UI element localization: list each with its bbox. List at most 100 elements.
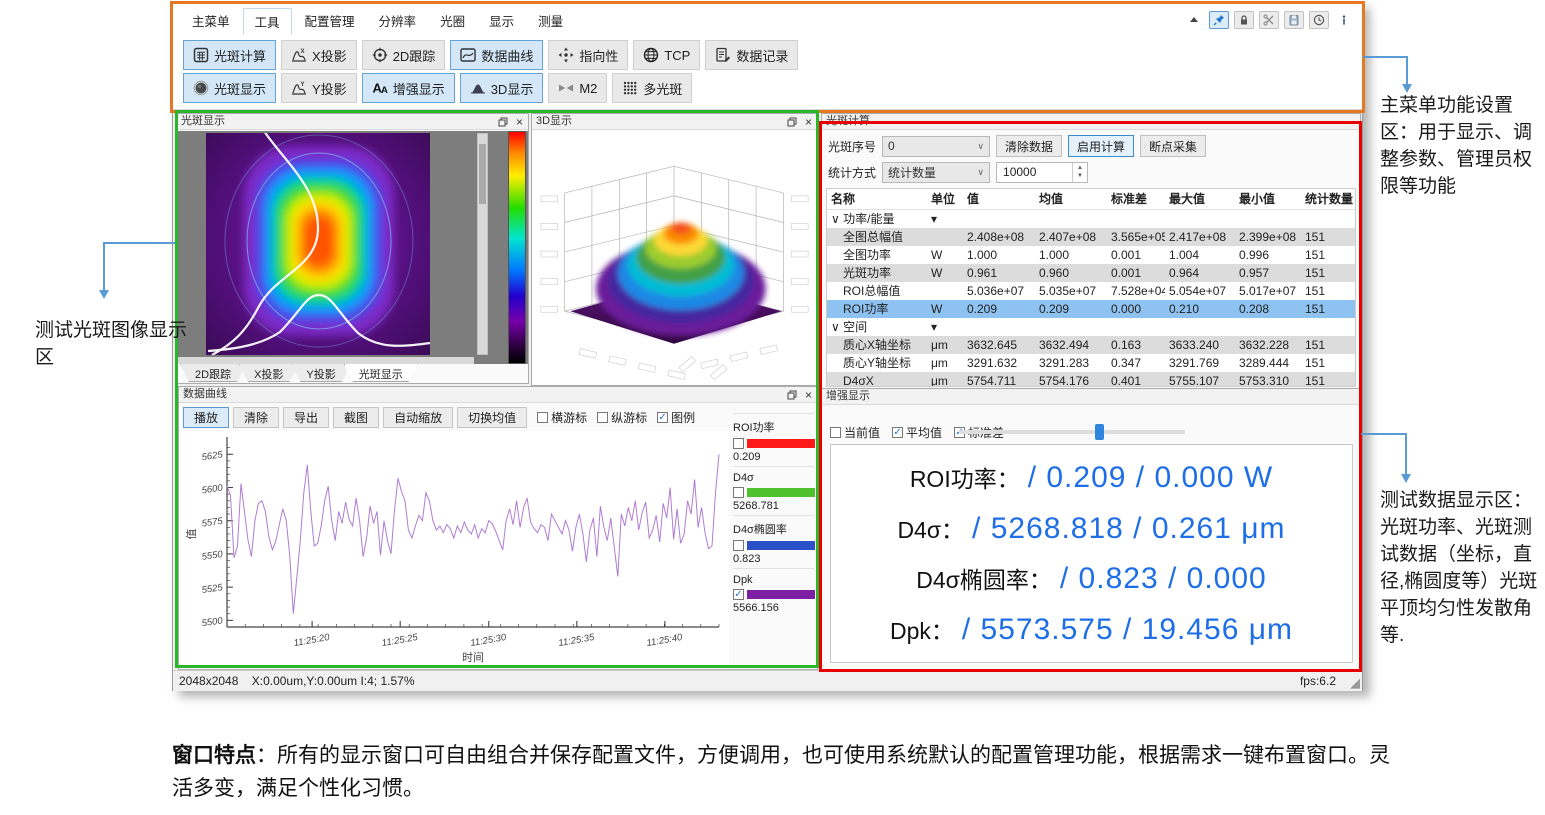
menu-item-0[interactable]: 主菜单	[181, 8, 241, 35]
curve-button-自动缩放[interactable]: 自动缩放	[383, 407, 453, 428]
toolbar-button-x-projection[interactable]: XX投影	[281, 40, 357, 70]
calc-button-启用计算[interactable]: 启用计算	[1068, 135, 1134, 157]
table-header-cell: 单位	[927, 189, 963, 209]
table-group-row[interactable]: ∨ 空间▾	[827, 318, 1355, 336]
toolbar-button-directional-arrows[interactable]: 指向性	[548, 40, 628, 70]
curve-chart-icon	[460, 47, 476, 63]
vertical-scrollbar[interactable]	[477, 133, 488, 355]
slider-handle[interactable]	[1095, 424, 1104, 440]
checkbox-平均值[interactable]: ✓	[892, 427, 903, 438]
beam-seq-select[interactable]: 0 ∨	[882, 136, 990, 157]
beam-seq-value: 0	[888, 139, 895, 153]
curve-legend: ROI功率0.209D4σ5268.781D4σ椭圆率0.823Dpk✓5566…	[733, 413, 815, 617]
checkbox-当前值[interactable]	[830, 427, 841, 438]
lock-icon[interactable]	[1234, 11, 1254, 29]
curve-chart-svg[interactable]: 55005525555055755600562511:25:2011:25:25…	[181, 431, 729, 669]
font-size-slider[interactable]	[959, 430, 1185, 434]
menu-item-6[interactable]: 测量	[527, 8, 574, 35]
legend-checkbox-Dpk[interactable]: ✓	[733, 589, 744, 600]
collapse-ribbon-icon[interactable]	[1184, 11, 1204, 29]
table-row[interactable]: ROI总幅值5.036e+075.035e+077.528e+045.054e+…	[827, 282, 1355, 300]
toolbar-button-m2[interactable]: M2	[548, 73, 607, 103]
curve-button-截图[interactable]: 截图	[333, 407, 379, 428]
toolbar-button-calculator[interactable]: 光斑计算	[183, 40, 276, 70]
toolbar-button-enhance-aa[interactable]: AA增强显示	[362, 73, 455, 103]
readout-value: / 5268.818 / 0.261 μm	[972, 512, 1286, 546]
close-panel-icon[interactable]: ×	[513, 115, 526, 128]
readout-line: ROI功率：/ 0.209 / 0.000 W	[910, 460, 1273, 495]
readout-label: D4σ椭圆率：	[916, 561, 1052, 595]
toolbar-row-2: 光斑显示YY投影AA增强显示3D显示M2多光斑	[183, 73, 692, 103]
menu-item-3[interactable]: 分辨率	[368, 8, 428, 35]
beam-display-area[interactable]	[178, 131, 529, 364]
float-panel-icon[interactable]	[496, 115, 509, 128]
toolbar-button-data-log[interactable]: 数据记录	[705, 40, 798, 70]
table-group-filter-icon[interactable]: ▾	[927, 210, 963, 228]
table-row[interactable]: D4σXμm5754.7115754.1760.4015755.1075753.…	[827, 372, 1355, 387]
menu-item-4[interactable]: 光圈	[429, 8, 476, 35]
legend-checkbox-D4σ椭圆率[interactable]	[733, 540, 744, 551]
horizontal-scrollbar[interactable]	[178, 357, 474, 364]
beam-circle-icon	[193, 80, 209, 96]
surface-3d-plot[interactable]	[533, 131, 816, 384]
toolbar-button-curve-chart[interactable]: 数据曲线	[450, 40, 543, 70]
resize-grip[interactable]: ◢	[1350, 676, 1360, 689]
toolbar-button-target[interactable]: 2D跟踪	[362, 40, 446, 70]
table-group-filter-icon[interactable]: ▾	[927, 318, 963, 336]
tab-1[interactable]: X投影	[239, 364, 298, 382]
toolbar-button-surface-3d[interactable]: 3D显示	[460, 73, 544, 103]
status-resolution-cursor: 2048x2048 X:0.00um,Y:0.00um I:4; 1.57%	[179, 674, 415, 688]
float-panel-icon[interactable]	[785, 115, 798, 128]
table-group-row[interactable]: ∨ 功率/能量▾	[827, 210, 1355, 228]
menu-item-2[interactable]: 配置管理	[294, 8, 366, 35]
app-window: 主菜单工具配置管理分辨率光圈显示测量 光斑计算XX投影2D跟踪数据曲线指向性TC…	[172, 2, 1363, 691]
curve-button-清除[interactable]: 清除	[233, 407, 279, 428]
close-panel-icon[interactable]: ×	[802, 388, 815, 401]
scissors-icon[interactable]	[1259, 11, 1279, 29]
table-row[interactable]: 质心X轴坐标μm3632.6453632.4940.1633633.240363…	[827, 336, 1355, 354]
checkbox-图例[interactable]: ✓	[657, 412, 668, 423]
pin-icon[interactable]	[1209, 11, 1229, 29]
curve-button-导出[interactable]: 导出	[283, 407, 329, 428]
table-row[interactable]: 全图总幅值2.408e+082.407e+083.565e+052.417e+0…	[827, 228, 1355, 246]
spin-arrows-icon[interactable]: ▲▼	[1072, 163, 1087, 182]
toolbar-button-globe[interactable]: TCP	[633, 40, 700, 70]
table-row[interactable]: 质心Y轴坐标μm3291.6323291.2830.3473291.769328…	[827, 354, 1355, 372]
curve-checkbox-图例: ✓图例	[657, 409, 695, 426]
tab-2[interactable]: Y投影	[291, 364, 350, 382]
page: 主菜单工具配置管理分辨率光圈显示测量 光斑计算XX投影2D跟踪数据曲线指向性TC…	[0, 0, 1545, 815]
menu-item-5[interactable]: 显示	[478, 8, 525, 35]
save-icon[interactable]	[1284, 11, 1304, 29]
close-panel-icon[interactable]: ×	[802, 115, 815, 128]
svg-text:11:25:20: 11:25:20	[293, 632, 331, 649]
table-group-name: ∨ 功率/能量	[827, 210, 927, 228]
tab-3[interactable]: 光斑显示	[344, 364, 418, 382]
curve-button-播放[interactable]: 播放	[183, 407, 229, 428]
table-row[interactable]: 全图功率W1.0001.0000.0011.0040.996151	[827, 246, 1355, 264]
menu-bar: 主菜单工具配置管理分辨率光圈显示测量	[181, 8, 574, 35]
toolbar-button-multi-beam[interactable]: 多光斑	[612, 73, 692, 103]
toolbar-button-beam-circle[interactable]: 光斑显示	[183, 73, 276, 103]
readout-line: Dpk：/ 5573.575 / 19.456 μm	[890, 612, 1293, 647]
menu-item-1[interactable]: 工具	[243, 8, 292, 35]
info-icon[interactable]	[1334, 11, 1354, 29]
beam-image[interactable]	[206, 133, 430, 355]
table-row[interactable]: ROI功率W0.2090.2090.0000.2100.208151	[827, 300, 1355, 318]
stat-mode-select[interactable]: 统计数量 ∨	[882, 162, 990, 183]
legend-checkbox-ROI功率[interactable]	[733, 438, 744, 449]
checkbox-横游标[interactable]	[537, 412, 548, 423]
legend-checkbox-D4σ[interactable]	[733, 487, 744, 498]
float-panel-icon[interactable]	[785, 388, 798, 401]
table-cell: 5754.176	[1035, 372, 1107, 387]
checkbox-纵游标[interactable]	[597, 412, 608, 423]
toolbar-button-y-projection[interactable]: YY投影	[281, 73, 357, 103]
calc-button-断点采集[interactable]: 断点采集	[1140, 135, 1206, 157]
toolbar-button-label: 增强显示	[393, 79, 445, 98]
curve-button-切换均值[interactable]: 切换均值	[457, 407, 527, 428]
table-row[interactable]: 光斑功率W0.9610.9600.0010.9640.957151	[827, 264, 1355, 282]
curve-toolbar: 播放清除导出截图自动缩放切换均值横游标纵游标✓图例	[183, 406, 695, 429]
history-icon[interactable]	[1309, 11, 1329, 29]
calc-button-清除数据[interactable]: 清除数据	[996, 135, 1062, 157]
stat-count-spinbox[interactable]: 10000 ▲▼	[996, 162, 1088, 183]
checkbox-label: 横游标	[551, 409, 587, 426]
